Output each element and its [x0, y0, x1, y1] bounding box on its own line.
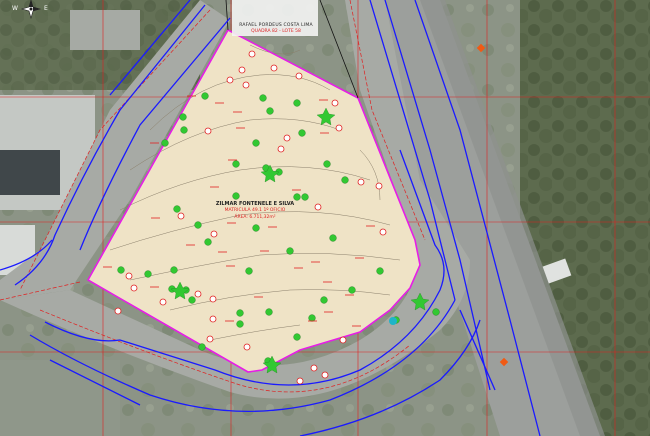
building-roof-north — [70, 10, 140, 50]
parcel-owner: ZILMAR FONTENELE E SILVA — [215, 201, 295, 207]
site-plan-map[interactable]: W E RAFAEL PORDEUS COSTA LIMA QUADRA 82 … — [0, 0, 650, 436]
compass-west-label: W — [12, 5, 18, 12]
map-canvas — [0, 0, 650, 436]
warehouse-shadow — [0, 150, 60, 195]
parcel-area-label: ÁREA: 6.711,32m² — [234, 215, 276, 220]
parcel-registry: MATRICULA 49.1 1º OFICIO — [224, 208, 286, 213]
neighbor-name: RAFAEL PORDEUS COSTA LIMA — [239, 23, 313, 28]
neighbor-record: QUADRA 82 - LOTE 58 — [251, 29, 301, 34]
survey-point-icon — [389, 317, 397, 325]
lot-southwest — [0, 360, 120, 436]
compass-east-label: E — [44, 5, 48, 12]
